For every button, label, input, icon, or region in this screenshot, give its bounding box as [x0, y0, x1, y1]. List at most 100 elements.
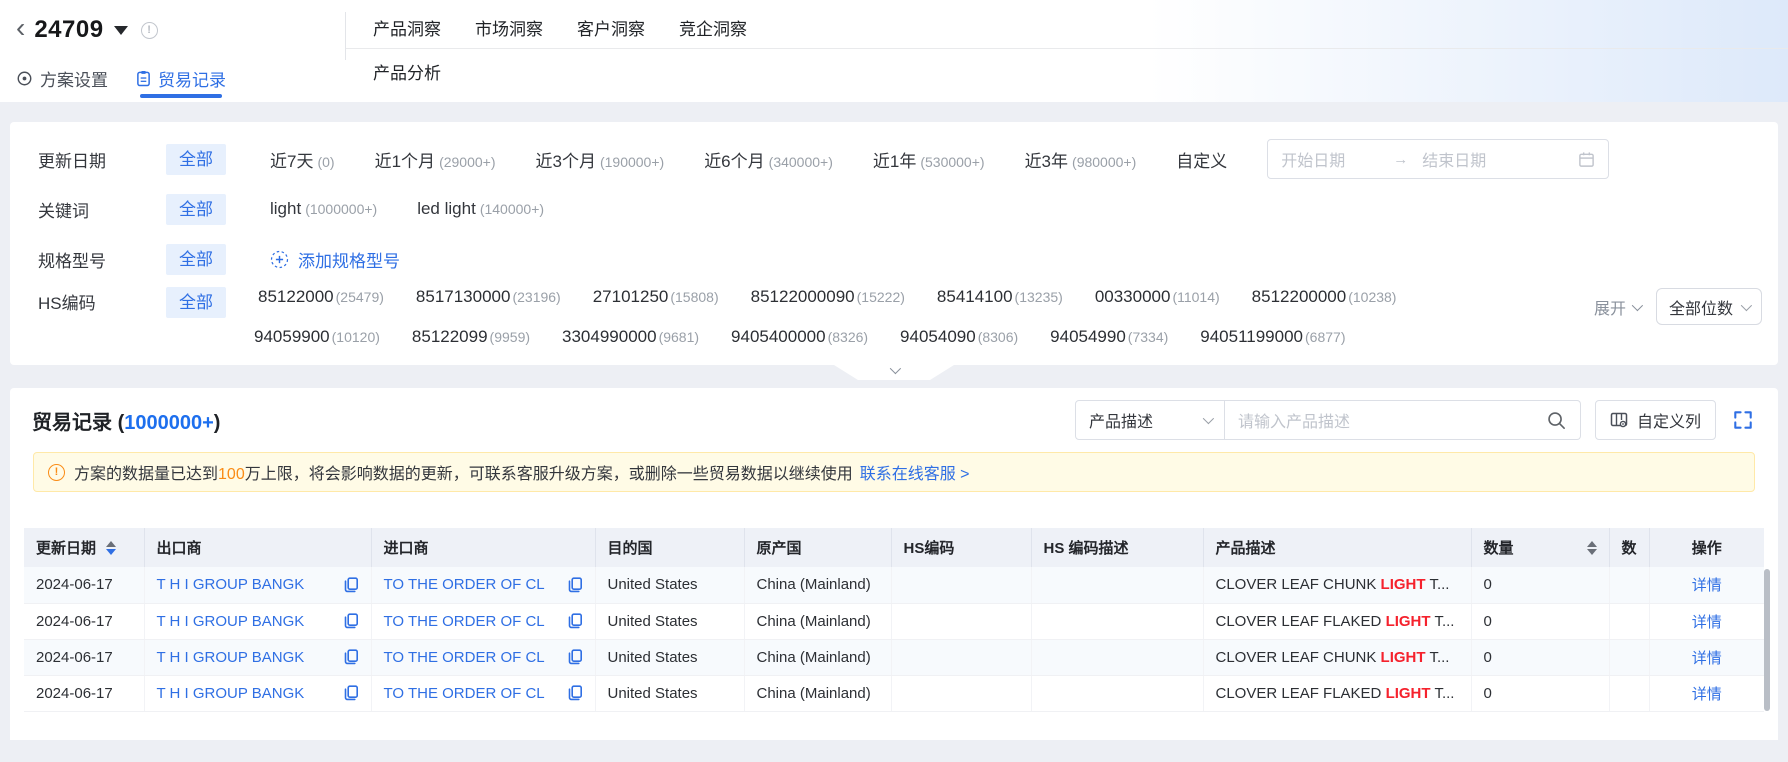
- nav-item[interactable]: 客户洞察: [577, 15, 645, 40]
- plan-id[interactable]: 24709: [34, 16, 103, 44]
- cell-quantity: 0: [1470, 567, 1609, 604]
- customize-columns-button[interactable]: 自定义列: [1594, 400, 1716, 440]
- filter-label: 关键词: [38, 201, 89, 221]
- hs-code-option[interactable]: 8517130000 (23196): [416, 287, 561, 307]
- hs-code-option[interactable]: 85122099 (9959): [412, 327, 530, 347]
- copy-icon[interactable]: [344, 613, 359, 629]
- hs-code-option[interactable]: 85122000090 (15222): [751, 287, 905, 307]
- sort-icon[interactable]: [1586, 540, 1597, 555]
- date-filter-option[interactable]: 近3年 (980000+): [1025, 147, 1137, 172]
- search-category-select[interactable]: 产品描述: [1074, 400, 1225, 440]
- detail-link[interactable]: 详情: [1692, 650, 1722, 667]
- option-count: (23196): [512, 289, 561, 305]
- col-update-date[interactable]: 更新日期: [24, 528, 144, 567]
- copy-icon[interactable]: [344, 649, 359, 665]
- option-count: (1000000+): [305, 201, 378, 217]
- subnav-product-analysis[interactable]: 产品分析: [373, 59, 441, 84]
- exporter-link[interactable]: T H I GROUP BANGK: [157, 685, 305, 702]
- col-exporter: 出口商: [143, 528, 371, 567]
- cell-quantity: 0: [1470, 639, 1609, 676]
- filter-all-chip[interactable]: 全部: [166, 287, 226, 318]
- copy-icon[interactable]: [568, 649, 583, 665]
- nav-item[interactable]: 竞企洞察: [679, 15, 747, 40]
- copy-icon[interactable]: [344, 577, 359, 593]
- hs-digits-select[interactable]: 全部位数: [1655, 288, 1762, 325]
- keyword-filter-option[interactable]: light (1000000+): [270, 199, 377, 219]
- end-date-input[interactable]: 结束日期: [1422, 147, 1578, 171]
- hs-code-option[interactable]: 27101250 (15808): [593, 287, 719, 307]
- detail-link[interactable]: 详情: [1692, 577, 1722, 594]
- collapse-filters-tab[interactable]: [834, 365, 954, 380]
- cell-origin: China (Mainland): [743, 675, 891, 712]
- detail-link[interactable]: 详情: [1692, 686, 1722, 703]
- col-destination: 目的国: [594, 528, 744, 567]
- date-filter-option[interactable]: 近7天 (0): [270, 147, 335, 172]
- hs-code-option[interactable]: 00330000 (11014): [1095, 287, 1220, 307]
- keyword-filter-option[interactable]: led light (140000+): [417, 199, 544, 219]
- date-filter-option[interactable]: 近1个月 (29000+): [375, 147, 496, 172]
- cell-hs-code: [890, 639, 1031, 676]
- start-date-input[interactable]: 开始日期: [1281, 147, 1393, 171]
- hs-code-option[interactable]: 85414100 (13235): [937, 287, 1063, 307]
- search-input[interactable]: 请输入产品描述: [1224, 400, 1581, 440]
- nav-item[interactable]: 产品洞察: [373, 15, 441, 40]
- option-count: (9681): [658, 329, 700, 345]
- importer-link[interactable]: TO THE ORDER OF CL: [384, 613, 545, 630]
- hs-code-option[interactable]: 8512200000 (10238): [1252, 287, 1397, 307]
- info-icon[interactable]: !: [140, 21, 158, 39]
- hs-code-option[interactable]: 94059900 (10120): [254, 327, 380, 347]
- plan-dropdown-caret-icon[interactable]: [113, 25, 128, 35]
- fullscreen-icon[interactable]: [1732, 408, 1756, 432]
- exporter-link[interactable]: T H I GROUP BANGK: [157, 649, 305, 666]
- col-hs-desc: HS 编码描述: [1030, 528, 1203, 567]
- option-count: (190000+): [599, 153, 665, 170]
- sort-icon[interactable]: [106, 540, 117, 555]
- hs-code-option[interactable]: 3304990000 (9681): [562, 327, 699, 347]
- cell-product-desc: CLOVER LEAF FLAKED LIGHT T...: [1202, 603, 1471, 640]
- hs-code-option[interactable]: 94051199000 (6877): [1200, 327, 1345, 347]
- back-icon[interactable]: ‹: [16, 13, 25, 43]
- option-count: (11014): [1172, 289, 1220, 305]
- date-range-picker[interactable]: 开始日期 → 结束日期: [1267, 139, 1610, 179]
- copy-icon[interactable]: [344, 685, 359, 701]
- copy-icon[interactable]: [568, 685, 583, 701]
- exporter-link[interactable]: T H I GROUP BANGK: [157, 613, 305, 630]
- tab-plan-settings[interactable]: 方案设置: [16, 56, 108, 100]
- option-count: (10238): [1348, 289, 1397, 305]
- col-product-desc: 产品描述: [1202, 528, 1471, 567]
- date-filter-option[interactable]: 近6个月 (340000+): [704, 147, 833, 172]
- trade-records-table: 更新日期 出口商 进口商 目的国 原产国 HS编码 HS 编码描述 产品描述 数…: [24, 528, 1770, 712]
- detail-link[interactable]: 详情: [1692, 614, 1722, 631]
- search-icon[interactable]: [1546, 410, 1567, 431]
- table-settings-icon: [1610, 411, 1628, 429]
- hs-code-option[interactable]: 94054990 (7334): [1050, 327, 1168, 347]
- vertical-scrollbar[interactable]: [1764, 569, 1770, 711]
- importer-link[interactable]: TO THE ORDER OF CL: [384, 685, 545, 702]
- contact-support-link[interactable]: 联系在线客服 >: [860, 466, 970, 483]
- add-spec-model-button[interactable]: 添加规格型号: [270, 247, 400, 272]
- filter-all-chip[interactable]: 全部: [166, 143, 226, 175]
- filter-row-keyword: 关键词 全部 light (1000000+) led light (140000+…: [10, 184, 1778, 234]
- search-category-value: 产品描述: [1088, 414, 1153, 431]
- date-filter-option[interactable]: 近1年 (530000+): [873, 147, 985, 172]
- date-filter-option[interactable]: 近3个月 (190000+): [536, 147, 665, 172]
- expand-hs-toggle[interactable]: 展开: [1594, 295, 1644, 319]
- custom-date-label[interactable]: 自定义: [1176, 147, 1227, 172]
- exporter-link[interactable]: T H I GROUP BANGK: [157, 576, 305, 593]
- importer-link[interactable]: TO THE ORDER OF CL: [384, 649, 545, 666]
- hs-code-option[interactable]: 9405400000 (8326): [731, 327, 868, 347]
- nav-item[interactable]: 市场洞察: [475, 15, 543, 40]
- filter-all-chip[interactable]: 全部: [166, 243, 226, 275]
- importer-link[interactable]: TO THE ORDER OF CL: [384, 576, 545, 593]
- hs-code-option[interactable]: 85122000 (25479): [258, 287, 384, 307]
- filter-row-update-date: 更新日期 全部 近7天 (0) 近1个月 (29000+) 近3个月 (1900…: [10, 134, 1778, 184]
- option-count: (140000+): [479, 201, 545, 217]
- copy-icon[interactable]: [568, 613, 583, 629]
- filter-row-hs-code: HS编码 全部 85122000 (25479) 8517130000 (23196…: [10, 284, 1778, 347]
- col-quantity[interactable]: 数量: [1470, 528, 1609, 567]
- copy-icon[interactable]: [568, 577, 583, 593]
- cell-actions: 详情: [1648, 639, 1764, 676]
- tab-trade-records[interactable]: 贸易记录: [136, 56, 226, 100]
- filter-all-chip[interactable]: 全部: [166, 193, 226, 225]
- hs-code-option[interactable]: 94054090 (8306): [900, 327, 1018, 347]
